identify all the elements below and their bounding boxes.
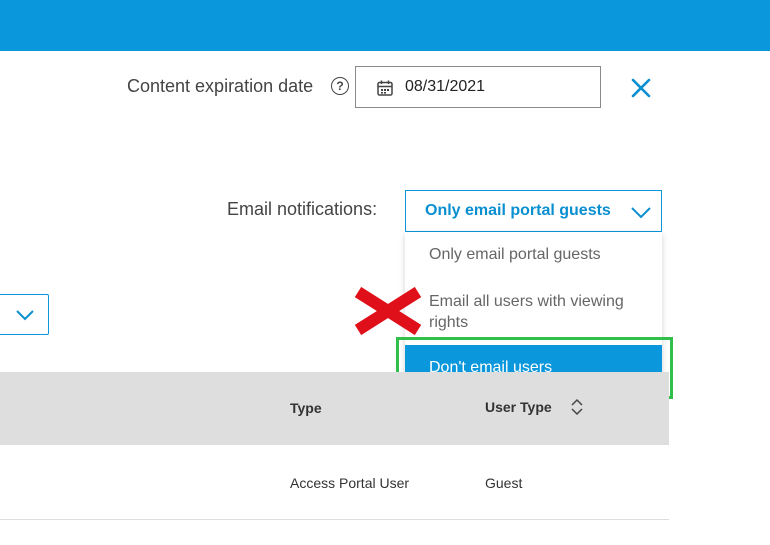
help-icon[interactable]: ?: [331, 77, 349, 95]
top-header-bar: [0, 0, 770, 51]
expiration-date-field[interactable]: 08/31/2021: [355, 66, 601, 108]
email-notifications-selected-value: Only email portal guests: [425, 202, 611, 219]
calendar-icon[interactable]: [376, 79, 394, 97]
email-notifications-dropdown: Only email portal guests Email all users…: [405, 232, 662, 394]
expiration-date-value: 08/31/2021: [405, 78, 486, 95]
red-x-annotation: [354, 287, 422, 335]
sort-icon[interactable]: [568, 397, 586, 417]
column-header-user-type[interactable]: User Type: [485, 399, 552, 415]
dropdown-option-only-email-guests[interactable]: Only email portal guests: [405, 246, 662, 264]
column-header-type: Type: [290, 400, 322, 416]
close-icon[interactable]: [629, 76, 653, 100]
partial-select-box[interactable]: [0, 294, 49, 335]
chevron-down-icon: [16, 310, 34, 321]
email-notifications-label: Email notifications:: [227, 199, 378, 219]
email-notifications-select[interactable]: Only email portal guests: [405, 190, 662, 232]
row-divider: [0, 519, 669, 520]
dropdown-option-email-all-users[interactable]: Email all users with viewing rights: [405, 291, 662, 333]
content-expiration-label: Content expiration date: [127, 76, 314, 96]
table-cell-user-type: Guest: [485, 475, 523, 491]
chevron-down-icon: [631, 207, 651, 219]
table-cell-type: Access Portal User: [290, 475, 410, 491]
